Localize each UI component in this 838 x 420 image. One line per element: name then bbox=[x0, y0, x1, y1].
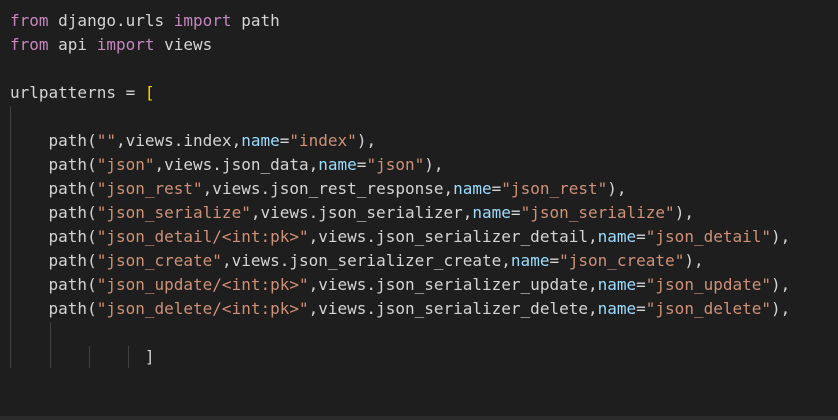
code-token: "json" bbox=[96, 155, 155, 174]
code-token: "json_serialize" bbox=[96, 203, 251, 222]
code-token: ,views.json_rest_response, bbox=[202, 179, 454, 198]
code-token: import bbox=[96, 35, 155, 54]
code-token: = bbox=[356, 155, 367, 174]
code-token: name bbox=[597, 227, 637, 246]
indent-guide bbox=[89, 346, 90, 368]
code-token: ), bbox=[684, 251, 704, 270]
code-line-10[interactable]: path("json_detail/<int:pk>",views.json_s… bbox=[10, 225, 791, 249]
code-token: ), bbox=[771, 227, 791, 246]
code-token: ,views.json_serializer, bbox=[250, 203, 473, 222]
code-line-7[interactable]: path("json",views.json_data,name="json")… bbox=[10, 153, 444, 177]
code-token: "json" bbox=[366, 155, 425, 174]
code-token: ), bbox=[424, 155, 444, 174]
code-token: name bbox=[597, 275, 637, 294]
code-token: "json_create" bbox=[96, 251, 222, 270]
code-token: name bbox=[472, 203, 511, 222]
code-token: "json_update" bbox=[645, 275, 772, 294]
code-token: path bbox=[231, 11, 280, 30]
code-token: "json_rest" bbox=[96, 179, 203, 198]
code-token: ), bbox=[356, 131, 377, 150]
code-token: from bbox=[10, 11, 49, 30]
code-token: = bbox=[636, 227, 646, 246]
code-token: = bbox=[279, 131, 290, 150]
code-token: ), bbox=[771, 275, 791, 294]
code-token: path( bbox=[10, 131, 97, 150]
code-token: "json_delete/<int:pk>" bbox=[96, 299, 309, 318]
code-token: from bbox=[10, 35, 49, 54]
code-token: ,views.json_serializer_update, bbox=[308, 275, 598, 294]
indent-guide bbox=[128, 346, 129, 368]
code-token: ,views.index, bbox=[115, 131, 242, 150]
code-line-1[interactable]: from django.urls import path bbox=[10, 9, 280, 33]
code-token: = bbox=[636, 275, 646, 294]
code-token: path( bbox=[10, 203, 97, 222]
indent-guide bbox=[10, 106, 11, 368]
code-token: ,views.json_serializer_detail, bbox=[308, 227, 598, 246]
editor-bottom-edge bbox=[0, 416, 838, 420]
code-token: path( bbox=[10, 227, 97, 246]
code-token: name bbox=[318, 155, 357, 174]
code-token: "" bbox=[96, 131, 116, 150]
code-token: import bbox=[173, 11, 232, 30]
code-token: ), bbox=[674, 203, 694, 222]
code-editor[interactable]: from django.urls import path from api imp… bbox=[0, 0, 838, 420]
code-token: name bbox=[453, 179, 492, 198]
indent-guide bbox=[50, 322, 51, 368]
code-line-2[interactable]: from api import views bbox=[10, 33, 212, 57]
code-token: name bbox=[241, 131, 280, 150]
code-token: "json_delete" bbox=[645, 299, 772, 318]
code-token: "json_detail/<int:pk>" bbox=[96, 227, 309, 246]
code-token: urlpatterns = bbox=[10, 83, 145, 102]
code-token: views bbox=[154, 35, 213, 54]
code-token: = bbox=[510, 203, 521, 222]
code-token: path( bbox=[10, 275, 97, 294]
code-line-8[interactable]: path("json_rest",views.json_rest_respons… bbox=[10, 177, 627, 201]
code-token: api bbox=[48, 35, 97, 54]
code-token: = bbox=[636, 299, 646, 318]
code-token: name bbox=[597, 299, 637, 318]
code-token: ,views.json_data, bbox=[154, 155, 319, 174]
code-token: path( bbox=[10, 179, 97, 198]
code-token: ,views.json_serializer_create, bbox=[221, 251, 511, 270]
code-token: name bbox=[510, 251, 550, 270]
code-token: "index" bbox=[289, 131, 357, 150]
code-token: path( bbox=[10, 251, 97, 270]
code-token: = bbox=[491, 179, 502, 198]
code-line-15[interactable]: ] bbox=[10, 345, 155, 369]
code-token: ,views.json_serializer_delete, bbox=[308, 299, 598, 318]
code-line-11[interactable]: path("json_create",views.json_serializer… bbox=[10, 249, 704, 273]
code-token: = bbox=[549, 251, 560, 270]
code-token: ), bbox=[771, 299, 791, 318]
code-token: "json_serialize" bbox=[520, 203, 675, 222]
code-line-6[interactable]: path("",views.index,name="index"), bbox=[10, 129, 377, 153]
code-line-9[interactable]: path("json_serialize",views.json_seriali… bbox=[10, 201, 694, 225]
code-line-13[interactable]: path("json_delete/<int:pk>",views.json_s… bbox=[10, 297, 791, 321]
code-token: "json_detail" bbox=[645, 227, 772, 246]
code-token: "json_rest" bbox=[501, 179, 608, 198]
code-token: path( bbox=[10, 299, 97, 318]
code-token: "json_update/<int:pk>" bbox=[96, 275, 309, 294]
code-token: django.urls bbox=[48, 11, 174, 30]
code-token: "json_create" bbox=[559, 251, 685, 270]
code-line-12[interactable]: path("json_update/<int:pk>",views.json_s… bbox=[10, 273, 791, 297]
code-token: [ bbox=[144, 83, 155, 102]
code-token: ] bbox=[144, 347, 155, 366]
code-token: ), bbox=[607, 179, 627, 198]
code-line-4[interactable]: urlpatterns = [ bbox=[10, 81, 155, 105]
code-token: path( bbox=[10, 155, 97, 174]
